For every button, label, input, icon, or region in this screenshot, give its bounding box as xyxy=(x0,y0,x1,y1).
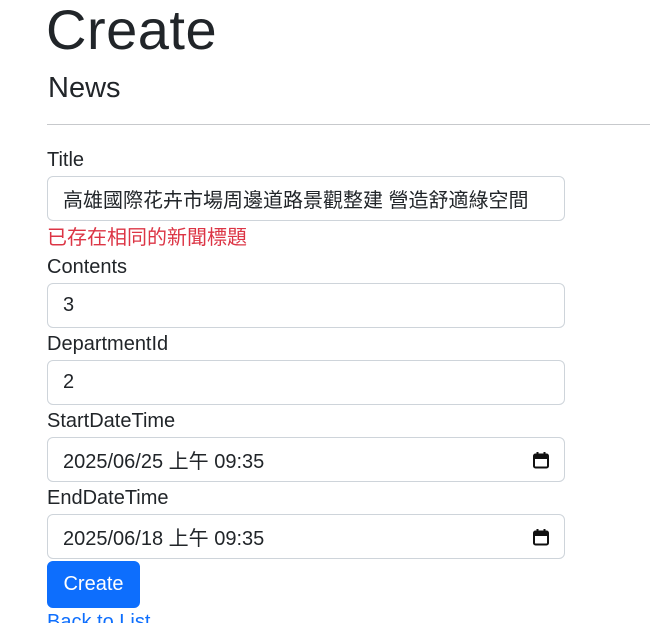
department-id-label: DepartmentId xyxy=(47,333,169,355)
start-date-time-input[interactable]: 2025/06/25 上午 09:35 xyxy=(47,437,565,482)
create-button[interactable]: Create xyxy=(47,561,140,608)
contents-input-value: 3 xyxy=(63,294,75,316)
end-date-time-input[interactable]: 2025/06/18 上午 09:35 xyxy=(47,514,565,559)
title-input[interactable]: 高雄國際花卉市場周邊道路景觀整建 營造舒適綠空間 xyxy=(47,176,565,221)
back-to-list-link[interactable]: Back to List xyxy=(47,609,150,623)
contents-input[interactable]: 3 xyxy=(47,283,565,328)
start-date-time-input-value: 2025/06/25 上午 09:35 xyxy=(63,451,265,473)
end-date-time-label: EndDateTime xyxy=(47,487,169,509)
start-date-time-label: StartDateTime xyxy=(47,410,176,432)
page-subtitle: News xyxy=(48,72,121,104)
end-date-time-input-value: 2025/06/18 上午 09:35 xyxy=(63,528,265,550)
title-input-value: 高雄國際花卉市場周邊道路景觀整建 營造舒適綠空間 xyxy=(63,190,529,212)
department-id-input-value: 2 xyxy=(63,371,75,393)
page-title: Create xyxy=(46,0,218,61)
create-news-page: Create News Title 高雄國際花卉市場周邊道路景觀整建 營造舒適綠… xyxy=(0,0,650,623)
calendar-icon[interactable] xyxy=(532,528,550,546)
title-validation-error: 已存在相同的新聞標題 xyxy=(47,227,247,249)
divider xyxy=(47,124,650,125)
contents-label: Contents xyxy=(47,256,128,278)
title-label: Title xyxy=(47,149,85,171)
calendar-icon[interactable] xyxy=(532,451,550,469)
department-id-input[interactable]: 2 xyxy=(47,360,565,405)
